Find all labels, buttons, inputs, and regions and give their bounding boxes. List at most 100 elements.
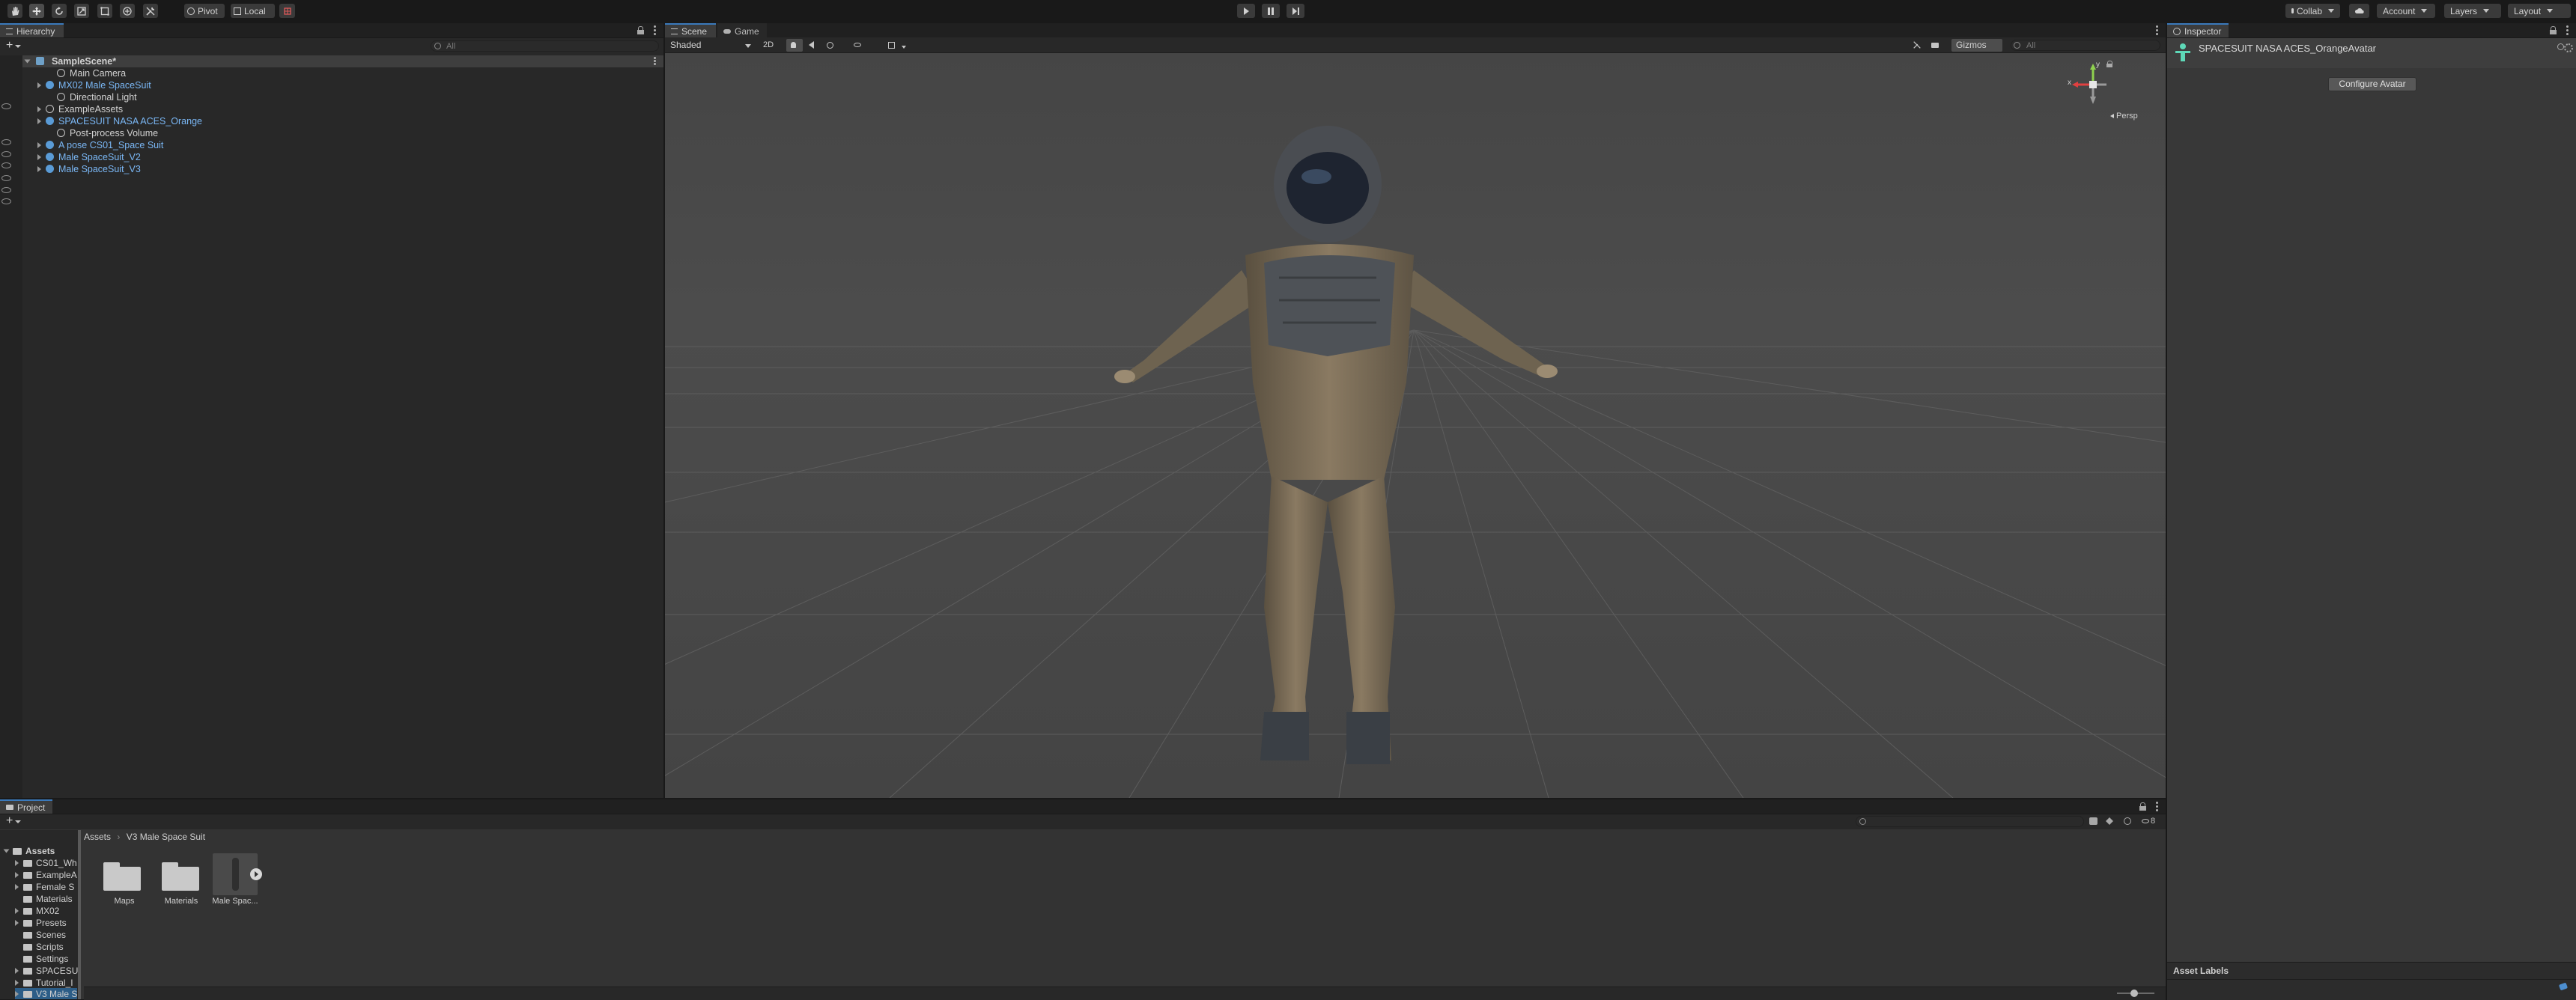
move-tool-button[interactable] [29, 4, 44, 18]
foldout-closed-icon[interactable] [37, 82, 41, 88]
rect-tool-button[interactable] [97, 4, 112, 18]
project-search-input[interactable] [1856, 816, 2084, 827]
add-plus-icon[interactable]: + [6, 40, 13, 52]
layout-dropdown[interactable]: Layout [2508, 4, 2571, 18]
kebab-menu-icon[interactable] [654, 25, 656, 35]
scale-tool-button[interactable] [74, 4, 89, 18]
hierarchy-item-main-camera[interactable]: Main Camera [22, 67, 663, 79]
hidden-objects-counter[interactable]: 201 [849, 39, 881, 62]
tree-item[interactable]: CS01_Wh [15, 857, 77, 869]
tree-item[interactable]: Scripts [23, 941, 64, 953]
lock-icon[interactable] [637, 26, 644, 34]
gear-icon[interactable] [2564, 43, 2573, 52]
favorite-star-icon[interactable] [2124, 817, 2131, 825]
tree-item[interactable]: Scenes [23, 929, 66, 941]
kebab-menu-icon[interactable] [2566, 25, 2569, 35]
tab-scene[interactable]: Scene [665, 23, 716, 37]
visibility-eye-icon[interactable] [1, 151, 11, 157]
hierarchy-item-directional-light[interactable]: Directional Light [22, 91, 663, 103]
layers-dropdown[interactable]: Layers [2444, 4, 2501, 18]
kebab-menu-icon[interactable] [2156, 25, 2158, 35]
label-tag-icon[interactable] [2558, 982, 2569, 991]
2d-toggle[interactable]: 2D [759, 39, 781, 52]
camera-dropdown[interactable] [1927, 39, 1949, 61]
hierarchy-item-mx02[interactable]: MX02 Male SpaceSuit [22, 79, 663, 91]
configure-avatar-button[interactable]: Configure Avatar [2328, 77, 2416, 91]
hierarchy-item-example-assets[interactable]: ExampleAssets [22, 103, 663, 115]
hierarchy-search-input[interactable]: All [431, 40, 659, 52]
hierarchy-item-apose-cs01[interactable]: A pose CS01_Space Suit [22, 139, 663, 151]
tree-item[interactable]: SPACESU [15, 965, 78, 977]
tab-inspector[interactable]: Inspector [2167, 23, 2229, 37]
lighting-toggle[interactable] [786, 39, 803, 52]
tree-item[interactable]: Settings [23, 953, 68, 965]
account-dropdown[interactable]: Account [2377, 4, 2435, 18]
grid-snap-button[interactable] [279, 4, 295, 18]
kebab-menu-icon[interactable] [654, 57, 656, 65]
kebab-menu-icon[interactable] [2156, 802, 2158, 811]
visibility-eye-icon[interactable] [1, 103, 11, 109]
scene-tools-button[interactable] [1908, 39, 1923, 52]
effects-dropdown[interactable] [822, 39, 848, 61]
pivot-toggle[interactable]: Pivot [184, 4, 225, 18]
foldout-closed-icon[interactable] [37, 118, 41, 124]
asset-folder-materials[interactable]: Materials [159, 858, 204, 906]
rotate-tool-button[interactable] [52, 4, 67, 18]
help-icon[interactable] [2557, 43, 2564, 50]
foldout-closed-icon[interactable] [37, 166, 41, 172]
play-button[interactable] [1237, 4, 1255, 18]
scene-viewport[interactable]: y x Persp [665, 53, 2166, 798]
hierarchy-item-post-process[interactable]: Post-process Volume [22, 127, 663, 139]
search-by-label-icon[interactable] [2106, 817, 2113, 825]
grid-dropdown[interactable] [884, 39, 914, 52]
search-by-type-icon[interactable] [2089, 817, 2097, 825]
tab-hierarchy[interactable]: Hierarchy [0, 23, 64, 37]
chevron-down-icon[interactable] [15, 45, 21, 48]
visibility-eye-icon[interactable] [1, 139, 11, 145]
scene-search-input[interactable]: All [2011, 40, 2160, 51]
breadcrumb-item[interactable]: Assets [84, 832, 111, 842]
hidden-packages-counter[interactable]: 8 [2142, 817, 2155, 826]
visibility-eye-icon[interactable] [1, 198, 11, 204]
perspective-label[interactable]: Persp [2110, 112, 2138, 121]
expand-arrow-button[interactable] [250, 868, 262, 880]
tree-item[interactable]: Tutorial_I [15, 977, 73, 989]
pause-button[interactable] [1262, 4, 1280, 18]
slider-thumb[interactable] [2130, 990, 2138, 997]
tree-item[interactable]: Female S [15, 881, 74, 893]
tree-item[interactable]: MX02 [15, 905, 59, 917]
step-button[interactable] [1287, 4, 1304, 18]
hierarchy-item-male-spacesuit-v2[interactable]: Male SpaceSuit_V2 [22, 151, 663, 163]
foldout-closed-icon[interactable] [37, 142, 41, 148]
cloud-button[interactable] [2349, 4, 2369, 18]
tree-item[interactable]: Materials [23, 893, 73, 905]
visibility-eye-icon[interactable] [1, 175, 11, 181]
local-toggle[interactable]: Local [231, 4, 275, 18]
collab-dropdown[interactable]: Collab [2285, 4, 2340, 18]
custom-tool-button[interactable] [143, 4, 158, 18]
orientation-gizmo[interactable]: y x [2068, 61, 2121, 107]
hand-tool-button[interactable] [7, 4, 22, 18]
tree-item[interactable]: ExampleA [15, 869, 77, 881]
draw-mode-dropdown[interactable]: Shaded [666, 39, 756, 52]
transform-tool-button[interactable] [120, 4, 135, 18]
tree-item-selected[interactable]: V3 Male S [15, 988, 78, 999]
lock-icon[interactable] [2550, 26, 2557, 34]
chevron-down-icon[interactable] [15, 820, 21, 823]
tree-item-assets[interactable]: Assets [3, 845, 55, 857]
asset-folder-maps[interactable]: Maps [102, 858, 147, 906]
gizmo-lock-icon[interactable] [2106, 61, 2113, 68]
foldout-closed-icon[interactable] [37, 106, 41, 112]
lock-icon[interactable] [2139, 802, 2146, 811]
asset-model-male-spacesuit[interactable]: Male Spac... [211, 853, 271, 906]
breadcrumb-item[interactable]: V3 Male Space Suit [127, 832, 205, 842]
visibility-eye-icon[interactable] [1, 187, 11, 193]
tree-scrollbar[interactable] [78, 830, 81, 999]
audio-toggle[interactable] [804, 39, 821, 52]
visibility-eye-icon[interactable] [1, 162, 11, 168]
tree-item[interactable]: Presets [15, 917, 67, 929]
hierarchy-item-spacesuit-nasa[interactable]: SPACESUIT NASA ACES_Orange [22, 115, 663, 127]
hierarchy-item-male-spacesuit-v3[interactable]: Male SpaceSuit_V3 [22, 163, 663, 175]
scene-root-row[interactable]: SampleScene* [22, 55, 663, 67]
tab-game[interactable]: Game [717, 23, 767, 37]
